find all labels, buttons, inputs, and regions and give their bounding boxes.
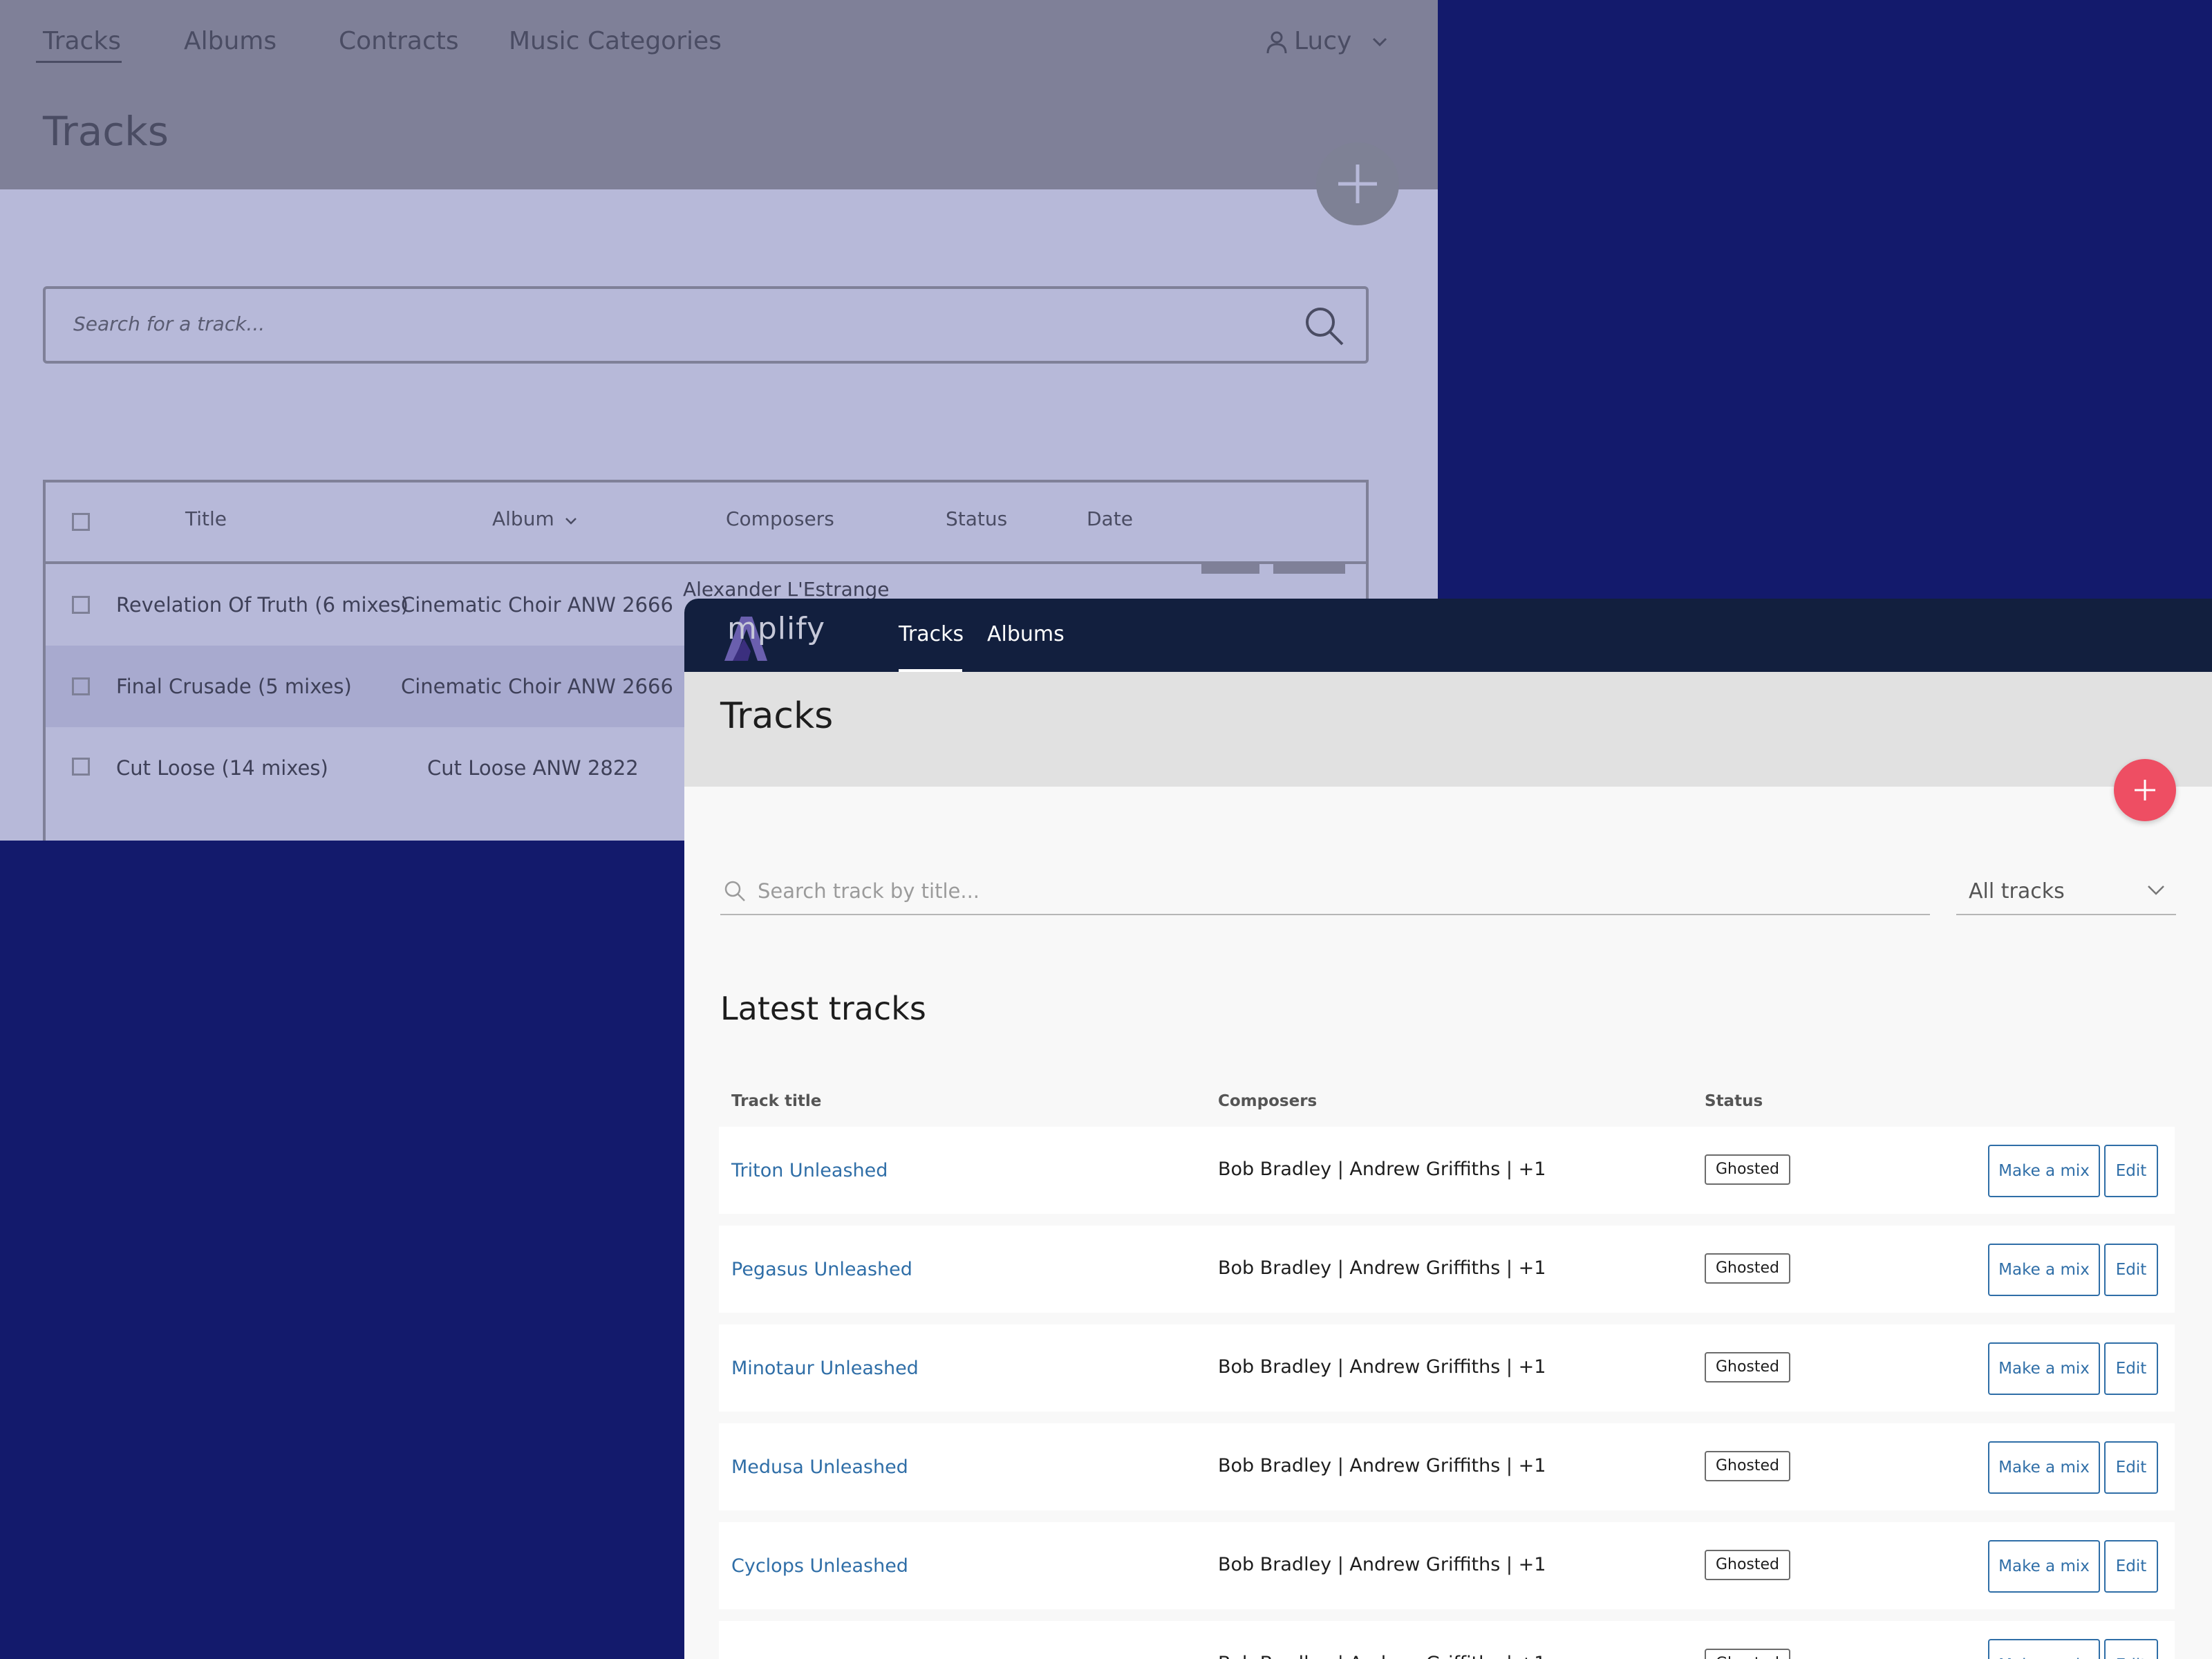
edit-button[interactable]: Edit: [2104, 1540, 2158, 1593]
track-row: Medusa Unleashed Bob Bradley | Andrew Gr…: [719, 1423, 2175, 1510]
status-badge: Ghosted: [1705, 1154, 1790, 1185]
legacy-row-checkbox[interactable]: [72, 596, 90, 614]
legacy-col-composers[interactable]: Composers: [726, 507, 834, 530]
edit-button[interactable]: Edit: [2104, 1441, 2158, 1494]
legacy-nav-albums[interactable]: Albums: [184, 25, 276, 58]
track-row: Pegasus Unleashed Bob Bradley | Andrew G…: [719, 1226, 2175, 1313]
legacy-row-title: Final Crusade (5 mixes): [116, 675, 352, 698]
track-row: Cyclops Unleashed Bob Bradley | Andrew G…: [719, 1522, 2175, 1609]
legacy-row-action-button[interactable]: [1201, 564, 1259, 574]
legacy-row-album: Cinematic Choir ANW 2666: [401, 593, 673, 617]
search-icon: [724, 881, 745, 901]
chevron-down-icon: [2148, 885, 2164, 895]
track-title-link[interactable]: Minotaur Unleashed: [731, 1358, 919, 1379]
chevron-down-icon: [565, 518, 577, 525]
edit-button[interactable]: Edit: [2104, 1145, 2158, 1197]
legacy-search-placeholder: Search for a track...: [73, 312, 265, 335]
page-title-band: [684, 672, 2212, 787]
track-composers: Bob Bradley | Andrew Griffiths | +1: [1218, 1653, 1546, 1659]
legacy-row-action-button[interactable]: [1273, 564, 1345, 574]
legacy-col-album[interactable]: Album: [492, 507, 577, 530]
make-a-mix-button[interactable]: Make a mix: [1988, 1639, 2100, 1659]
nav-tab-albums[interactable]: Albums: [987, 622, 1065, 646]
legacy-table-header: Title Album Composers Status Date: [46, 482, 1366, 564]
amplify-header: mplify Tracks Albums: [684, 599, 2212, 672]
search-bar: [720, 870, 1930, 915]
track-title-link[interactable]: Cyclops Unleashed: [731, 1555, 908, 1577]
track-filter-value: All tracks: [1969, 879, 2065, 903]
legacy-nav-music-categories[interactable]: Music Categories: [509, 25, 722, 58]
chevron-down-icon: [1372, 37, 1387, 47]
make-a-mix-button[interactable]: Make a mix: [1988, 1145, 2100, 1197]
legacy-header: Tracks Albums Contracts Music Categories…: [0, 0, 1438, 189]
track-composers: Bob Bradley | Andrew Griffiths | +1: [1218, 1455, 1546, 1477]
legacy-user-name: Lucy: [1294, 27, 1352, 55]
column-header-composers: Composers: [1218, 1092, 1318, 1110]
track-title-link[interactable]: Medusa Unleashed: [731, 1456, 908, 1478]
track-composers: Bob Bradley | Andrew Griffiths | +1: [1218, 1554, 1546, 1575]
plus-icon: [1338, 165, 1377, 203]
legacy-col-date[interactable]: Date: [1087, 507, 1133, 530]
track-row: Bob Bradley | Andrew Griffiths | +1 Ghos…: [719, 1621, 2175, 1659]
legacy-col-album-label: Album: [492, 507, 554, 530]
legacy-col-title[interactable]: Title: [185, 507, 227, 530]
nav-tab-tracks[interactable]: Tracks: [899, 622, 964, 646]
legacy-row-album: Cut Loose ANW 2822: [427, 756, 639, 780]
legacy-row-title: Cut Loose (14 mixes): [116, 756, 328, 780]
make-a-mix-button[interactable]: Make a mix: [1988, 1342, 2100, 1395]
track-title-link[interactable]: Triton Unleashed: [731, 1160, 888, 1181]
legacy-row-title: Revelation Of Truth (6 mixes): [116, 593, 409, 617]
make-a-mix-button[interactable]: Make a mix: [1988, 1441, 2100, 1494]
track-composers: Bob Bradley | Andrew Griffiths | +1: [1218, 1356, 1546, 1378]
track-row: Triton Unleashed Bob Bradley | Andrew Gr…: [719, 1127, 2175, 1214]
status-badge: Ghosted: [1705, 1253, 1790, 1284]
status-badge: Ghosted: [1705, 1550, 1790, 1580]
page-title: Tracks: [720, 695, 834, 737]
legacy-row-checkbox[interactable]: [72, 758, 90, 776]
make-a-mix-button[interactable]: Make a mix: [1988, 1540, 2100, 1593]
legacy-col-status[interactable]: Status: [946, 507, 1007, 530]
legacy-row-checkbox[interactable]: [72, 677, 90, 695]
amplify-app-window: mplify Tracks Albums Tracks All tracks L…: [684, 599, 2212, 1659]
track-composers: Bob Bradley | Andrew Griffiths | +1: [1218, 1159, 1546, 1180]
track-filter-select[interactable]: All tracks: [1956, 870, 2176, 915]
status-badge: Ghosted: [1705, 1451, 1790, 1481]
legacy-user-menu[interactable]: Lucy: [1266, 25, 1394, 58]
edit-button[interactable]: Edit: [2104, 1342, 2158, 1395]
legacy-nav-active-indicator: [36, 61, 122, 63]
amplify-logo-wordmark: mplify: [727, 611, 825, 646]
legacy-search-box[interactable]: Search for a track...: [43, 286, 1369, 364]
edit-button[interactable]: Edit: [2104, 1639, 2158, 1659]
track-title-link[interactable]: Pegasus Unleashed: [731, 1259, 912, 1280]
legacy-nav-tracks[interactable]: Tracks: [43, 25, 121, 58]
search-input[interactable]: [756, 875, 1920, 907]
plus-icon: [2135, 780, 2155, 800]
legacy-row-album: Cinematic Choir ANW 2666: [401, 675, 673, 698]
track-row: Minotaur Unleashed Bob Bradley | Andrew …: [719, 1324, 2175, 1412]
search-icon: [1306, 308, 1344, 346]
legacy-nav-contracts[interactable]: Contracts: [339, 25, 459, 58]
legacy-row-composers: Alexander L'Estrange: [683, 578, 890, 601]
column-header-track-title: Track title: [731, 1092, 822, 1110]
track-composers: Bob Bradley | Andrew Griffiths | +1: [1218, 1257, 1546, 1279]
make-a-mix-button[interactable]: Make a mix: [1988, 1244, 2100, 1296]
status-badge: Ghosted: [1705, 1649, 1790, 1659]
legacy-page-title: Tracks: [43, 108, 169, 155]
user-icon: [1266, 31, 1287, 54]
column-header-status: Status: [1705, 1092, 1763, 1110]
legacy-add-button[interactable]: [1316, 142, 1399, 225]
edit-button[interactable]: Edit: [2104, 1244, 2158, 1296]
status-badge: Ghosted: [1705, 1352, 1790, 1382]
section-title: Latest tracks: [720, 990, 926, 1027]
legacy-select-all-checkbox[interactable]: [72, 513, 90, 531]
add-track-button[interactable]: [2114, 759, 2176, 821]
